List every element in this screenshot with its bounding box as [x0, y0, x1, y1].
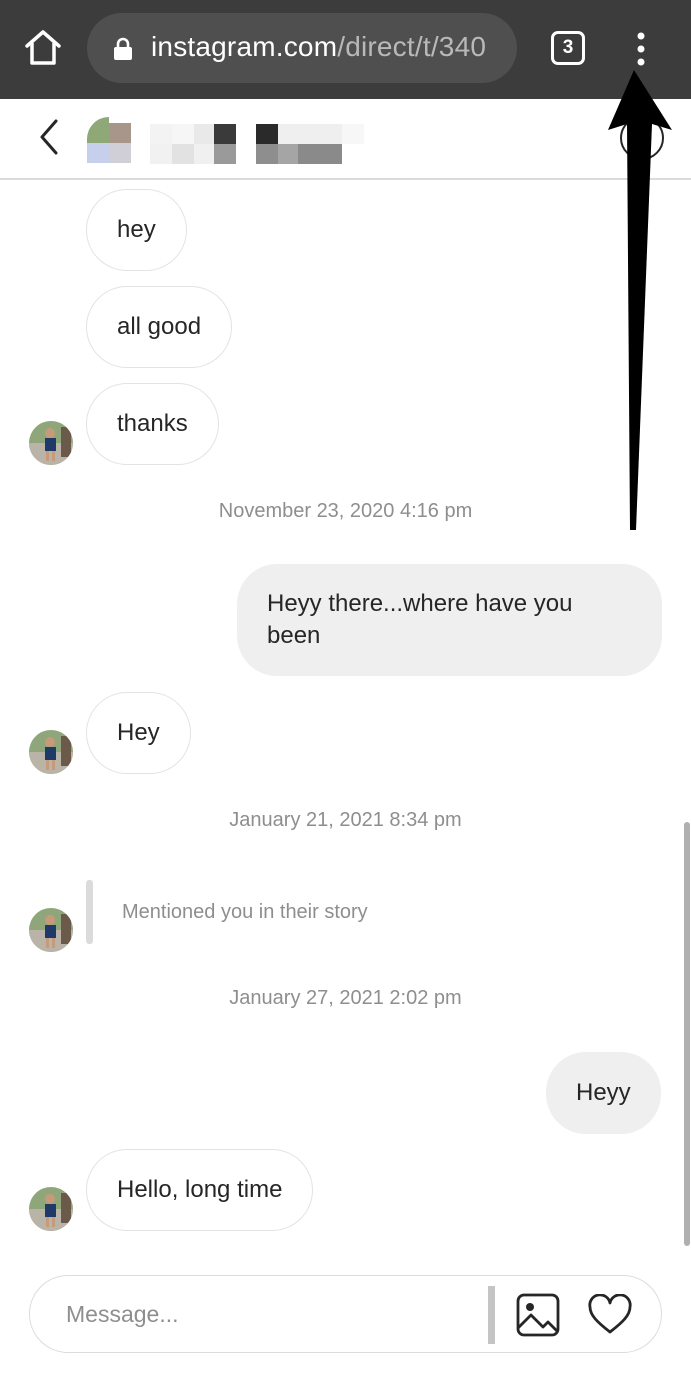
url-path: /direct/t/340: [337, 31, 487, 62]
message-input[interactable]: [66, 1276, 486, 1352]
message-text: Hello, long time: [117, 1176, 283, 1203]
message-outgoing[interactable]: Heyy there...where have you been: [237, 564, 662, 676]
avatar-photo: [29, 908, 73, 952]
more-vert-icon: [637, 32, 645, 66]
message-outgoing[interactable]: Heyy: [546, 1052, 661, 1134]
home-button[interactable]: [22, 28, 64, 68]
browser-menu-button[interactable]: [626, 28, 656, 70]
sender-avatar[interactable]: [29, 730, 73, 774]
message-incoming[interactable]: Hey: [86, 692, 191, 774]
avatar-photo: [29, 1187, 73, 1231]
scrollbar[interactable]: [684, 822, 690, 1246]
sender-avatar[interactable]: [29, 1187, 73, 1231]
message-timestamp: January 21, 2021 8:34 pm: [229, 809, 462, 831]
message-composer: [29, 1275, 662, 1353]
tab-count: 3: [562, 37, 574, 58]
sender-avatar[interactable]: [29, 908, 73, 952]
avatar-photo: [29, 730, 73, 774]
header-avatar-pixelated[interactable]: [87, 117, 131, 165]
gallery-button[interactable]: [515, 1292, 561, 1338]
message-text: Hey: [117, 719, 160, 746]
message-text: Heyy there...where have you been: [267, 590, 573, 649]
message-text: Heyy: [576, 1079, 631, 1106]
info-button[interactable]: [620, 116, 664, 160]
message-incoming[interactable]: hey: [86, 189, 187, 271]
address-bar[interactable]: instagram.com/direct/t/340: [87, 13, 517, 83]
composer-divider: [488, 1286, 495, 1344]
gallery-icon: [516, 1293, 560, 1337]
url-domain: instagram.com: [151, 31, 338, 62]
like-button[interactable]: [587, 1293, 633, 1336]
message-timestamp: January 27, 2021 2:02 pm: [229, 987, 462, 1009]
message-text: thanks: [117, 410, 188, 437]
message-incoming[interactable]: all good: [86, 286, 233, 368]
story-reply-bar: [86, 880, 93, 944]
back-button[interactable]: [34, 117, 64, 157]
message-text: all good: [117, 313, 202, 340]
message-incoming[interactable]: thanks: [86, 383, 219, 465]
message-timestamp: November 23, 2020 4:16 pm: [218, 500, 473, 522]
heart-icon: [588, 1293, 632, 1334]
lock-icon: [114, 37, 132, 60]
sender-avatar[interactable]: [29, 421, 73, 465]
url-text: instagram.com/direct/t/340: [151, 31, 486, 63]
header-username-pixelated[interactable]: [150, 124, 370, 166]
message-incoming[interactable]: Hello, long time: [86, 1149, 314, 1231]
message-text: hey: [117, 216, 156, 243]
browser-toolbar: instagram.com/direct/t/340 3: [0, 0, 691, 99]
story-mention-text[interactable]: Mentioned you in their story: [122, 901, 368, 924]
back-arrow-icon: [40, 119, 58, 155]
home-icon: [25, 30, 61, 65]
chat-header: [0, 99, 691, 180]
tabs-button[interactable]: 3: [551, 31, 585, 65]
avatar-photo: [29, 421, 73, 465]
